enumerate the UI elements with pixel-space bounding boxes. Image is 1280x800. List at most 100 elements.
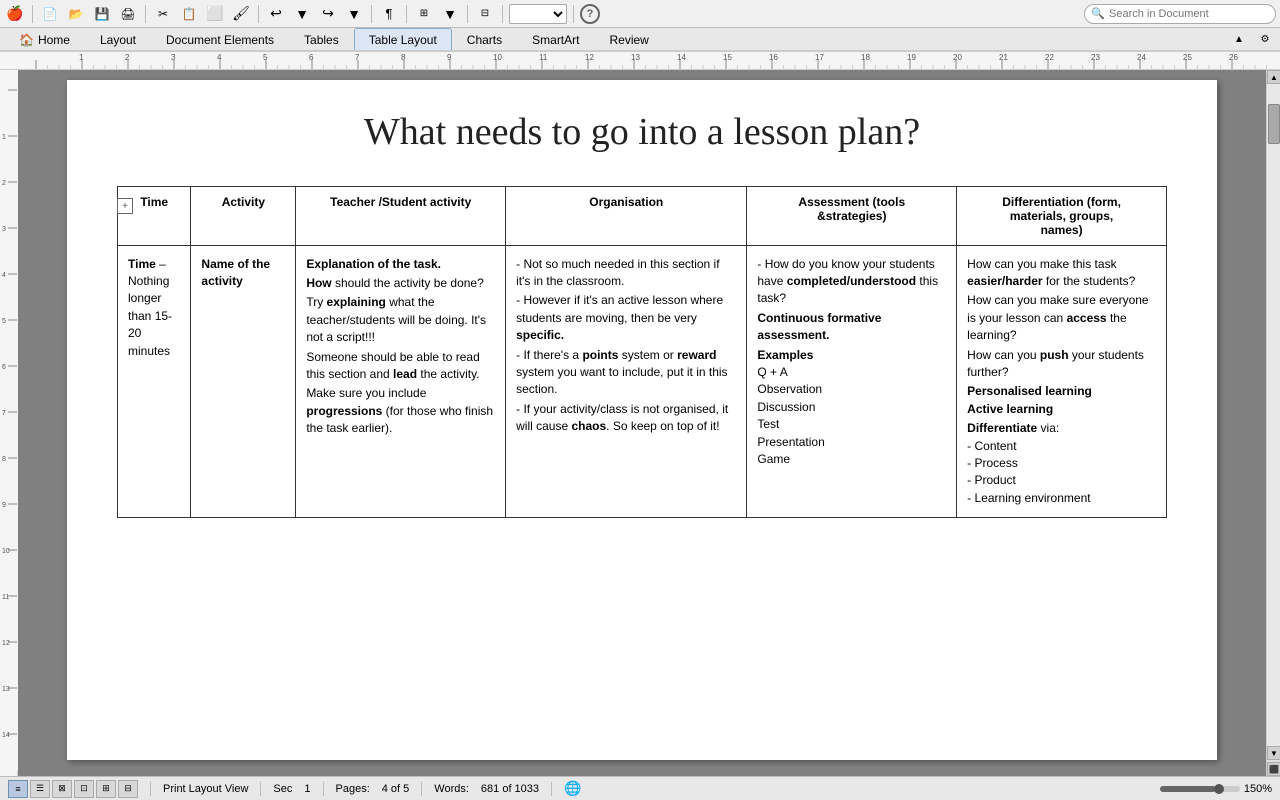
sep1 [32, 5, 33, 23]
tab-layout[interactable]: Layout [85, 28, 151, 50]
teacher-lead: lead [393, 367, 417, 381]
zoom-slider[interactable] [1160, 786, 1240, 792]
header-teacher: Teacher /Student activity [296, 186, 506, 245]
svg-text:17: 17 [815, 53, 824, 62]
diff-push: push [1040, 348, 1069, 362]
redo-arrow[interactable]: ▼ [343, 3, 365, 25]
search-container: 🔍 [1084, 4, 1276, 24]
view-arrow[interactable]: ▼ [439, 3, 461, 25]
tab-tables[interactable]: Tables [289, 28, 354, 50]
view-full[interactable]: ⊞ [96, 780, 116, 798]
svg-text:10: 10 [2, 548, 10, 555]
columns-button[interactable]: ⊟ [474, 3, 496, 25]
search-input[interactable] [1109, 8, 1269, 20]
svg-text:11: 11 [539, 53, 548, 62]
status-bar: ≡ ☰ ⊠ ⊡ ⊞ ⊟ Print Layout View Sec 1 Page… [0, 776, 1280, 800]
tab-home[interactable]: 🏠 Home [4, 28, 85, 50]
org-specific: specific. [516, 328, 564, 342]
view-toggle[interactable]: ⊞ [413, 3, 435, 25]
table-move-handle[interactable]: + [117, 198, 133, 214]
ruler-svg: 1234567891011121314151617181920212223242… [18, 52, 1280, 69]
ruler-horizontal: 1234567891011121314151617181920212223242… [0, 52, 1280, 70]
app-menu-button[interactable]: 🍎 [4, 3, 26, 25]
tab-table-layout[interactable]: Table Layout [354, 28, 452, 50]
page: + What needs to go into a lesson plan? T… [67, 80, 1217, 760]
assess-formative: Continuous formative assessment. [757, 311, 881, 342]
language-icon[interactable]: 🌐 [564, 780, 581, 797]
cell-assess: - How do you know your students have com… [747, 245, 957, 517]
svg-text:15: 15 [723, 53, 732, 62]
search-icon: 🔍 [1091, 7, 1105, 20]
view-outline[interactable]: ☰ [30, 780, 50, 798]
help-button[interactable]: ? [580, 4, 600, 24]
svg-text:9: 9 [2, 502, 6, 509]
tab-smartart[interactable]: SmartArt [517, 28, 594, 50]
print-button[interactable]: 🖨 [117, 3, 139, 25]
copy-button[interactable]: 📋 [178, 3, 200, 25]
scroll-thumb[interactable] [1268, 104, 1280, 144]
tab-charts[interactable]: Charts [452, 28, 517, 50]
redo-button[interactable]: ↪ [317, 3, 339, 25]
sep3 [258, 5, 259, 23]
view-label: Print Layout View [163, 783, 248, 795]
svg-text:8: 8 [401, 53, 406, 62]
open-button[interactable]: 📂 [65, 3, 87, 25]
new-button[interactable]: 📄 [39, 3, 61, 25]
svg-text:5: 5 [263, 53, 268, 62]
svg-text:7: 7 [2, 410, 6, 417]
ribbon-expand-button[interactable]: ▲ [1228, 28, 1250, 50]
main-area: /* handled below */ 1234567891011121314 … [0, 70, 1280, 776]
ruler-vert-svg: /* handled below */ 1234567891011121314 [0, 70, 18, 770]
section-num: 1 [304, 783, 310, 795]
cell-teacher: Explanation of the task. How should the … [296, 245, 506, 517]
document-area[interactable]: + What needs to go into a lesson plan? T… [18, 70, 1266, 776]
toolbar: 🍎 📄 📂 💾 🖨 ✂ 📋 ⬜ 🖌 ↩ ▼ ↪ ▼ ¶ ⊞ ▼ ⊟ 150% ?… [0, 0, 1280, 28]
svg-text:25: 25 [1183, 53, 1192, 62]
ruler-vertical: /* handled below */ 1234567891011121314 [0, 70, 18, 776]
format-paint-button[interactable]: 🖌 [230, 3, 252, 25]
undo-arrow[interactable]: ▼ [291, 3, 313, 25]
diff-personalised: Personalised learning [967, 384, 1092, 398]
diff-easier: easier/harder [967, 274, 1042, 288]
cut-button[interactable]: ✂ [152, 3, 174, 25]
header-org: Organisation [506, 186, 747, 245]
tab-smartart-label: SmartArt [532, 33, 579, 47]
header-diff: Differentiation (form,materials, groups,… [957, 186, 1167, 245]
svg-text:2: 2 [2, 180, 6, 187]
paste-button[interactable]: ⬜ [204, 3, 226, 25]
view-side[interactable]: ⊟ [118, 780, 138, 798]
sep6 [467, 5, 468, 23]
svg-text:3: 3 [171, 53, 176, 62]
diff-differentiate: Differentiate [967, 421, 1037, 435]
tab-layout-label: Layout [100, 33, 136, 47]
assess-completed: completed/understood [787, 274, 916, 288]
svg-text:20: 20 [953, 53, 962, 62]
undo-button[interactable]: ↩ [265, 3, 287, 25]
zoom-select[interactable]: 150% [509, 4, 567, 24]
scrollbar-vertical[interactable]: ▲ ▼ ⬛ [1266, 70, 1280, 776]
scroll-down-button[interactable]: ▼ [1267, 746, 1280, 760]
svg-text:7: 7 [355, 53, 360, 62]
zoom-slider-thumb[interactable] [1214, 784, 1224, 794]
view-print-layout[interactable]: ≡ [8, 780, 28, 798]
scroll-up-button[interactable]: ▲ [1267, 70, 1280, 84]
cell-time: Time – Nothing longer than 15-20 minutes [118, 245, 191, 517]
zoom-slider-fill [1160, 786, 1216, 792]
scroll-track[interactable] [1267, 84, 1280, 746]
scroll-split-button[interactable]: ⬛ [1267, 762, 1280, 776]
tab-document-elements[interactable]: Document Elements [151, 28, 289, 50]
view-web[interactable]: ⊠ [52, 780, 72, 798]
pilcrow-button[interactable]: ¶ [378, 3, 400, 25]
view-focus[interactable]: ⊡ [74, 780, 94, 798]
tab-review[interactable]: Review [594, 28, 663, 50]
table-header-row: Time Activity Teacher /Student activity … [118, 186, 1167, 245]
ribbon-settings-button[interactable]: ⚙ [1254, 28, 1276, 50]
sep-status3 [323, 782, 324, 796]
save-button[interactable]: 💾 [91, 3, 113, 25]
svg-text:13: 13 [631, 53, 640, 62]
svg-text:4: 4 [217, 53, 222, 62]
header-activity: Activity [191, 186, 296, 245]
time-bold: Time [128, 257, 156, 271]
pages-value: 4 of 5 [382, 783, 410, 795]
teacher-progressions: progressions [306, 404, 382, 418]
